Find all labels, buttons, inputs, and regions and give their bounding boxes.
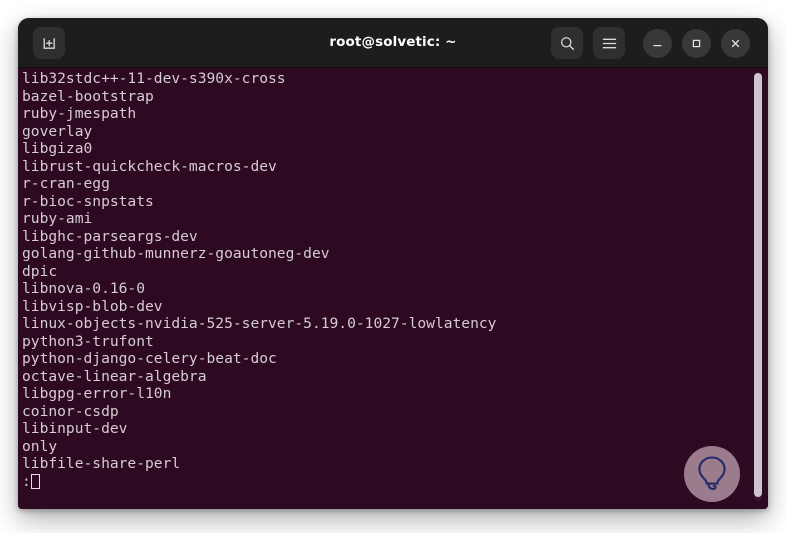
terminal-line: octave-linear-algebra [22, 367, 207, 385]
minimize-button[interactable] [643, 29, 672, 58]
terminal-line: r-bioc-snpstats [22, 192, 154, 210]
close-icon [731, 39, 740, 48]
terminal-prompt-line: : [22, 473, 748, 491]
new-tab-button[interactable] [33, 27, 65, 59]
window-titlebar: root@solvetic: ~ [18, 18, 768, 68]
search-icon [560, 36, 574, 50]
scrollbar-thumb[interactable] [754, 73, 762, 497]
close-button[interactable] [721, 29, 750, 58]
terminal-line: only [22, 437, 58, 455]
terminal-line: lib32stdc++-11-dev-s390x-cross [22, 70, 286, 87]
terminal-line: bazel-bootstrap [22, 87, 154, 105]
pager-prompt: : [22, 472, 31, 490]
new-tab-icon [43, 37, 55, 49]
terminal-line: linux-objects-nvidia-525-server-5.19.0-1… [22, 315, 497, 332]
terminal-window: root@solvetic: ~ lib32stdc++-11-dev-s390… [18, 18, 768, 509]
terminal-output: lib32stdc++-11-dev-s390x-cross bazel-boot… [22, 70, 748, 490]
terminal-line: python-django-celery-beat-doc [22, 350, 277, 367]
terminal-scrollbar[interactable] [754, 73, 762, 501]
terminal-line: librust-quickcheck-macros-dev [22, 157, 277, 175]
hamburger-menu-icon [602, 38, 616, 48]
terminal-line: libvisp-blob-dev [22, 297, 163, 315]
terminal-body[interactable]: lib32stdc++-11-dev-s390x-cross bazel-boot… [18, 68, 768, 509]
maximize-icon [692, 39, 701, 48]
terminal-line: libghc-parseargs-dev [22, 227, 198, 245]
terminal-line: ruby-jmespath [22, 105, 137, 122]
terminal-line: libgiza0 [22, 140, 93, 157]
minimize-icon [653, 44, 662, 47]
maximize-button[interactable] [682, 29, 711, 58]
screen-root: root@solvetic: ~ lib32stdc++-11-dev-s390… [0, 0, 786, 533]
terminal-line: python3-trufont [22, 332, 154, 350]
terminal-line: libinput-dev [22, 420, 128, 437]
text-cursor [30, 473, 40, 489]
terminal-line: libgpg-error-l10n [22, 385, 172, 402]
terminal-line: goverlay [22, 122, 93, 140]
terminal-line: coinor-csdp [22, 402, 119, 420]
terminal-line: libfile-share-perl [22, 455, 181, 472]
terminal-line: ruby-ami [22, 210, 93, 227]
menu-button[interactable] [593, 27, 625, 59]
terminal-line: dpic [22, 262, 58, 280]
terminal-line: golang-github-munnerz-goautoneg-dev [22, 245, 330, 262]
search-button[interactable] [551, 27, 583, 59]
terminal-line: libnova-0.16-0 [22, 280, 146, 297]
terminal-line: r-cran-egg [22, 175, 110, 192]
